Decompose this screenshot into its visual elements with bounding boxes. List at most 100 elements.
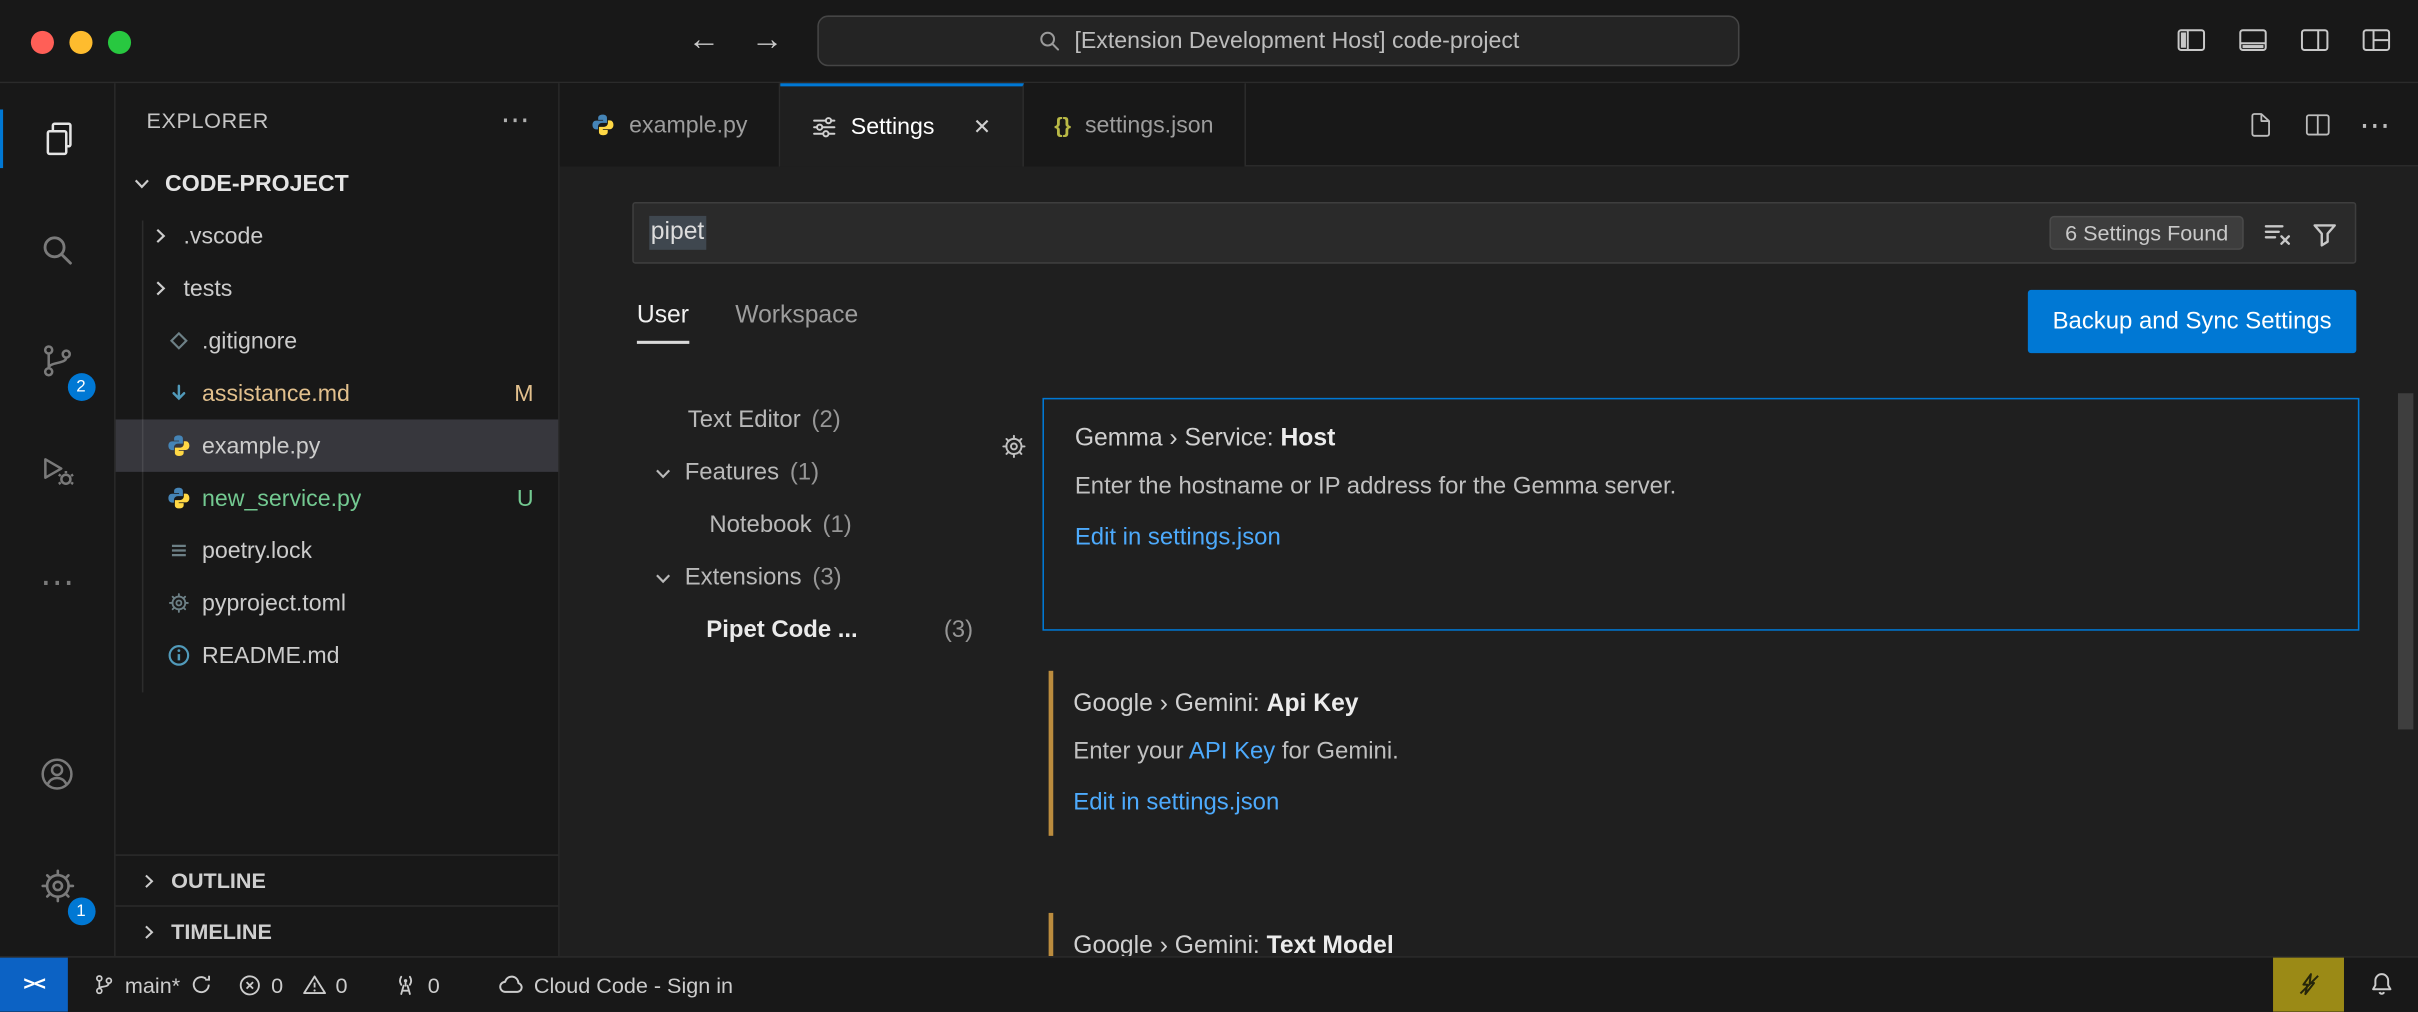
setting-description: Enter the hostname or IP address for the…: [1075, 473, 2327, 501]
activitybar-search[interactable]: [0, 210, 115, 290]
markdown-icon: [167, 381, 192, 406]
folder-label: .vscode: [184, 223, 264, 249]
setting-gemma-service-host[interactable]: Gemma › Service: Host Enter the hostname…: [1042, 398, 2359, 631]
explorer-item-pyproject-toml[interactable]: pyproject.toml: [116, 577, 559, 629]
clear-search-icon[interactable]: [2262, 218, 2291, 247]
scm-badge: 2: [67, 373, 95, 401]
warning-count: 0: [336, 972, 348, 997]
toc-text-editor[interactable]: Text Editor (2): [632, 395, 994, 447]
scrollbar[interactable]: [2398, 393, 2413, 729]
window-zoom-button[interactable]: [108, 31, 131, 54]
ports-status-item[interactable]: 0: [381, 958, 452, 1012]
toc-pipet-code[interactable]: Pipet Code ... (3): [632, 604, 994, 656]
window-minimize-button[interactable]: [69, 31, 92, 54]
edit-in-settings-json-link[interactable]: Edit in settings.json: [1075, 524, 2327, 552]
chevron-down-icon: [130, 171, 155, 196]
setting-google-gemini-text-model[interactable]: Google › Gemini: Text Model: [1042, 907, 2359, 956]
api-key-link[interactable]: API Key: [1189, 739, 1275, 765]
flash-off-icon: [2295, 972, 2321, 998]
tab-settings[interactable]: Settings ✕: [780, 83, 1024, 166]
toggle-secondary-sidebar-icon[interactable]: [2298, 23, 2332, 57]
settings-sliders-icon: [811, 113, 837, 139]
customize-layout-icon[interactable]: [2359, 23, 2393, 57]
cloud-code-status-item[interactable]: Cloud Code - Sign in: [486, 958, 745, 1012]
git-branch-icon: [93, 973, 116, 996]
setting-name: Host: [1280, 426, 1335, 452]
forward-icon[interactable]: →: [751, 17, 783, 63]
explorer-item-new-service-py[interactable]: new_service.py U: [116, 472, 559, 524]
toc-count: (2): [812, 407, 841, 435]
activitybar-source-control[interactable]: 2: [0, 321, 115, 401]
setting-description: Enter your API Key for Gemini.: [1073, 739, 2328, 767]
explorer-item-gitignore[interactable]: .gitignore: [116, 315, 559, 367]
git-status-badge: M: [514, 380, 533, 406]
branch-status-item[interactable]: main*: [80, 958, 225, 1012]
edit-in-settings-json-link[interactable]: Edit in settings.json: [1073, 790, 2328, 818]
toc-label: Extensions: [685, 564, 802, 592]
python-icon: [167, 433, 192, 458]
account-icon: [37, 754, 77, 794]
filter-icon[interactable]: [2310, 218, 2339, 247]
toggle-primary-sidebar-icon[interactable]: [2174, 23, 2208, 57]
root-folder-label: CODE-PROJECT: [165, 170, 349, 196]
explorer-item-tests[interactable]: tests: [116, 262, 559, 314]
tab-settings-json[interactable]: {} settings.json: [1023, 83, 1246, 166]
activitybar-settings[interactable]: 1: [0, 845, 115, 925]
run-debug-icon: [37, 452, 77, 492]
error-count: 0: [271, 972, 283, 997]
toggle-panel-icon[interactable]: [2236, 23, 2270, 57]
tab-user[interactable]: User: [637, 302, 689, 344]
chevron-right-icon: [137, 869, 160, 892]
more-actions-icon[interactable]: ⋯: [2359, 106, 2390, 145]
files-icon: [37, 119, 77, 159]
title-bar: ← → [Extension Development Host] code-pr…: [0, 0, 2418, 83]
notifications-item[interactable]: [2344, 958, 2418, 1012]
python-icon: [167, 486, 192, 511]
activitybar-accounts[interactable]: [0, 734, 115, 814]
setting-name: Api Key: [1267, 691, 1359, 717]
chevron-right-icon: [148, 276, 173, 301]
problems-status-item[interactable]: 0 0: [225, 958, 360, 1012]
explorer-item-readme-md[interactable]: README.md: [116, 629, 559, 681]
search-icon: [37, 230, 77, 270]
toc-label: Features: [685, 460, 779, 488]
command-center[interactable]: [Extension Development Host] code-projec…: [817, 15, 1739, 66]
outline-section[interactable]: OUTLINE: [116, 854, 559, 905]
setting-google-gemini-api-key[interactable]: Google › Gemini: Api Key Enter your API …: [1042, 665, 2359, 842]
tab-example-py[interactable]: example.py: [560, 83, 780, 166]
explorer-item-vscode[interactable]: .vscode: [116, 210, 559, 262]
toc-features[interactable]: Features (1): [632, 447, 994, 499]
settings-scope-tabs: User Workspace: [637, 302, 858, 344]
editor-tab-bar: example.py Settings ✕ {} settings.json: [560, 83, 2418, 166]
settings-toc: Text Editor (2) Features (1) Notebook (1…: [632, 395, 994, 657]
backup-sync-settings-button[interactable]: Backup and Sync Settings: [2028, 290, 2356, 353]
settings-search-input[interactable]: pipet 6 Settings Found: [632, 202, 2356, 264]
flash-off-status-item[interactable]: [2273, 958, 2344, 1012]
close-icon[interactable]: ✕: [973, 113, 991, 139]
timeline-section[interactable]: TIMELINE: [116, 905, 559, 956]
tree-indent-guide: [142, 221, 144, 693]
window-close-button[interactable]: [31, 31, 54, 54]
source-control-icon: [37, 341, 77, 381]
activitybar-explorer[interactable]: [0, 99, 115, 179]
sync-icon: [189, 973, 212, 996]
setting-actions-gear-icon[interactable]: [999, 432, 1028, 461]
remote-indicator[interactable]: ><: [0, 958, 68, 1012]
toc-notebook[interactable]: Notebook (1): [632, 500, 994, 552]
explorer-actions-icon[interactable]: ⋯: [501, 103, 531, 138]
activitybar-run-debug[interactable]: [0, 432, 115, 512]
split-editor-icon[interactable]: [2302, 109, 2333, 140]
activitybar-more-views[interactable]: ⋯: [0, 543, 115, 623]
explorer-sidebar: EXPLORER ⋯ CODE-PROJECT .vscode tests: [116, 83, 560, 956]
open-settings-json-icon[interactable]: [2245, 109, 2276, 140]
toc-label: Notebook: [709, 512, 811, 540]
toc-count: (3): [944, 617, 973, 645]
explorer-root-folder[interactable]: CODE-PROJECT: [116, 157, 559, 209]
back-icon[interactable]: ←: [688, 17, 720, 63]
explorer-item-assistance-md[interactable]: assistance.md M: [116, 367, 559, 419]
toc-count: (1): [790, 460, 819, 488]
tab-workspace[interactable]: Workspace: [735, 302, 858, 344]
explorer-item-example-py[interactable]: example.py: [116, 419, 559, 471]
toc-extensions[interactable]: Extensions (3): [632, 552, 994, 604]
explorer-item-poetry-lock[interactable]: poetry.lock: [116, 524, 559, 576]
